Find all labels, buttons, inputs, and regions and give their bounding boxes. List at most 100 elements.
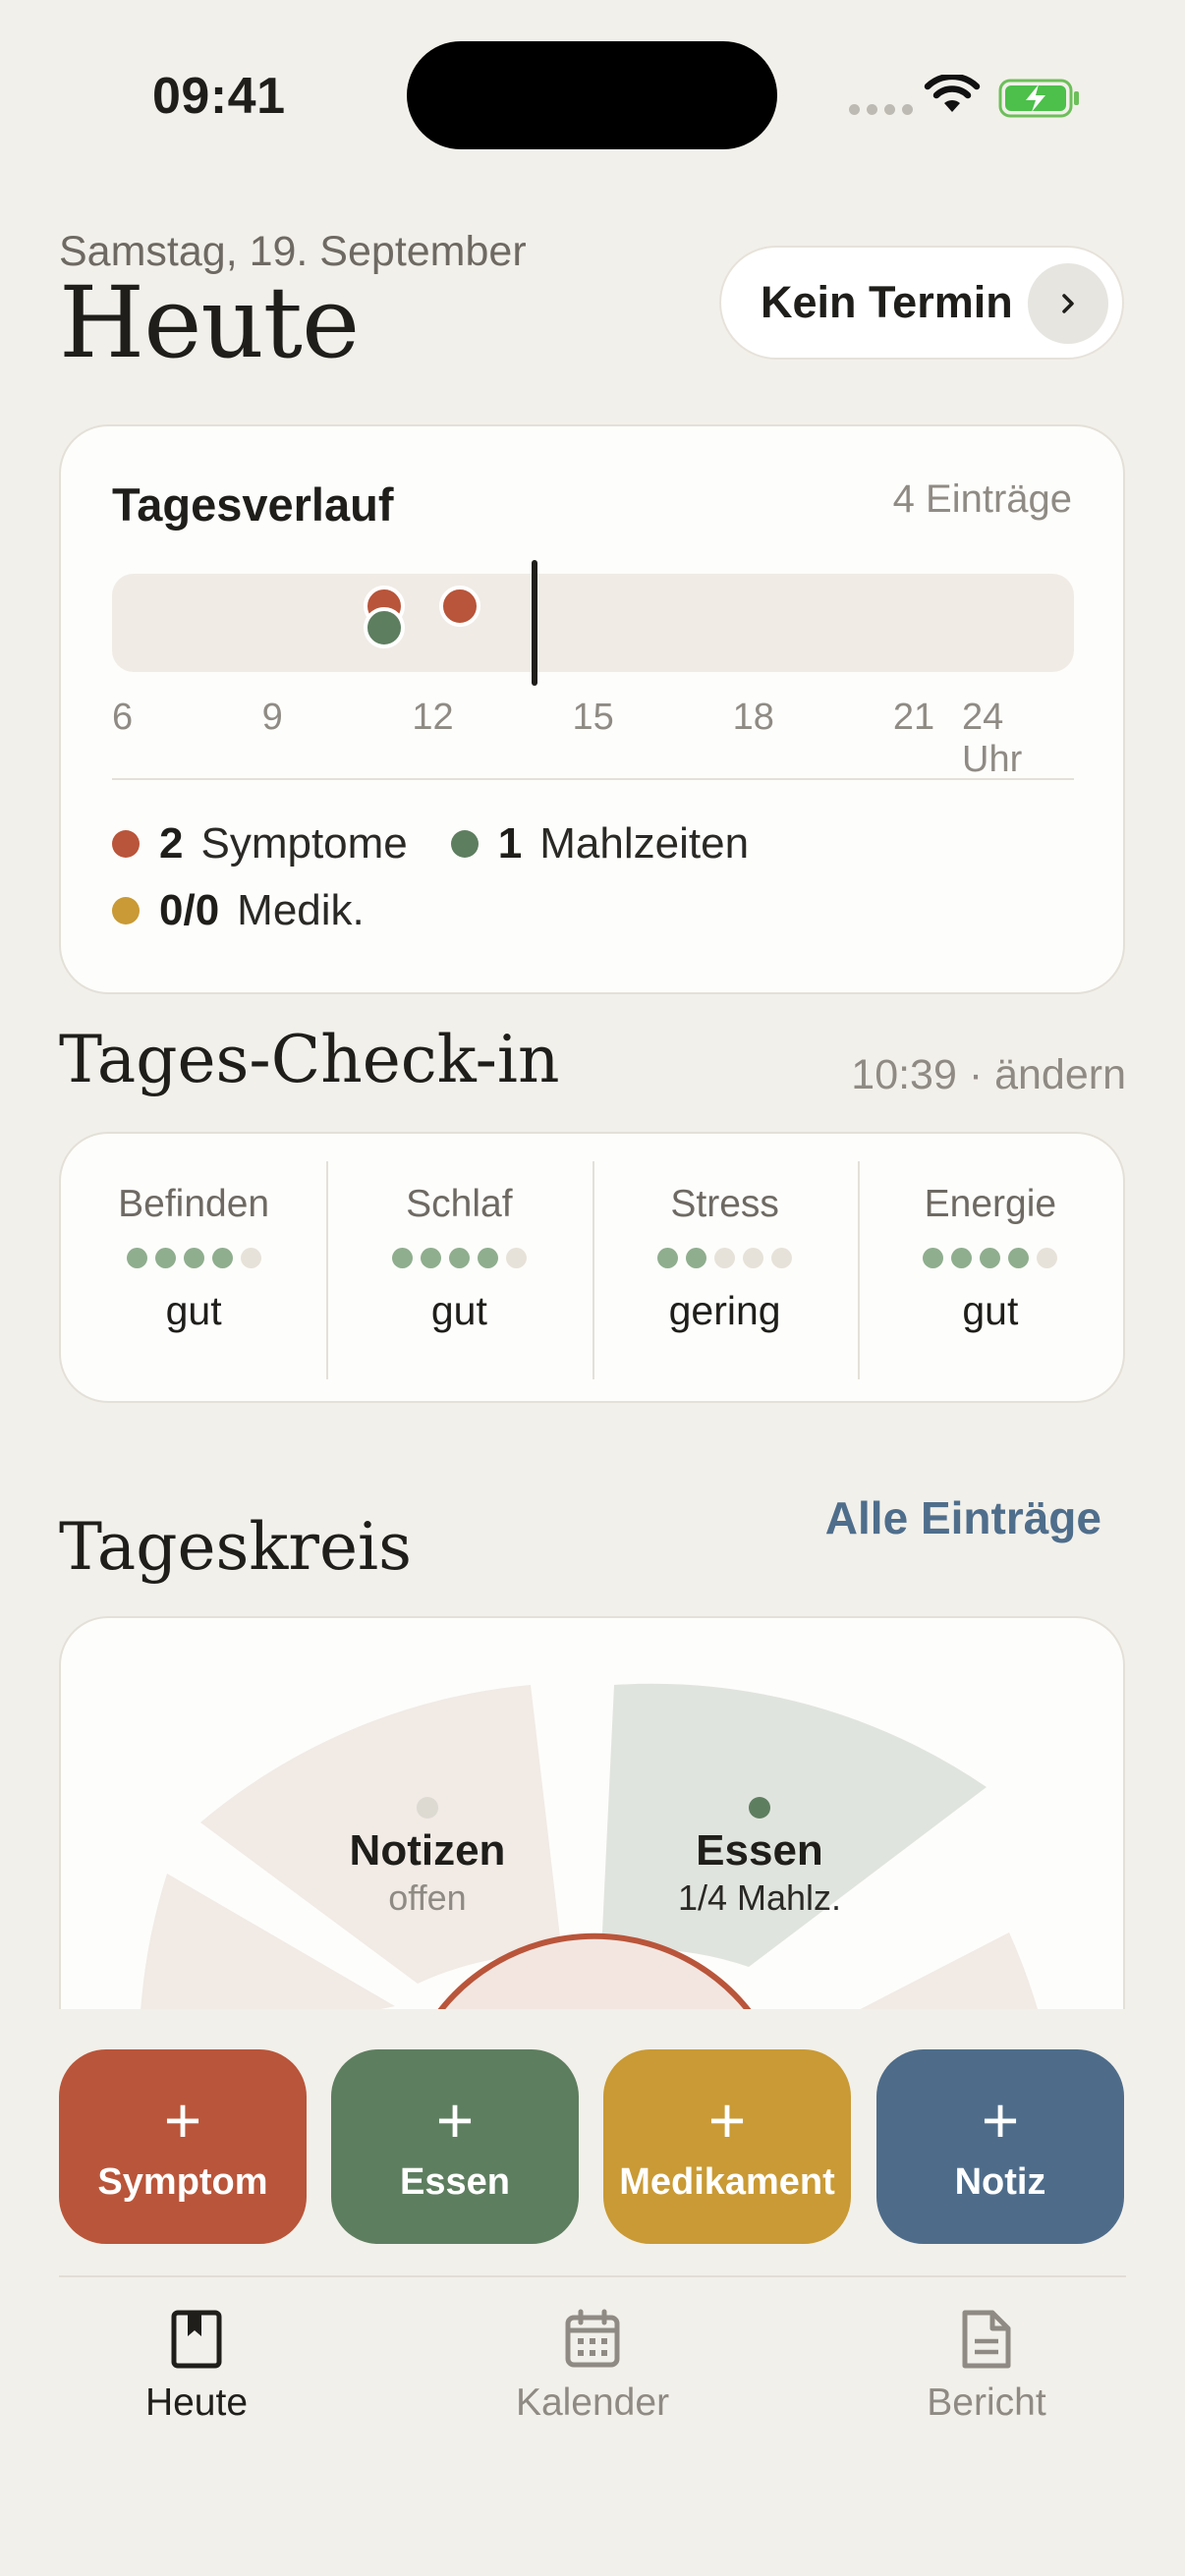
legend-row: 2 Symptome 1 Mahlzeiten [112, 819, 1074, 868]
rating-dot [126, 1248, 147, 1268]
axis-tick-label: 12 [412, 697, 454, 738]
legend-meal-count: 1 [497, 819, 523, 868]
segment-subtitle: offen [388, 1877, 467, 1918]
day-circle-chart [141, 1683, 1038, 2009]
rating-dot [183, 1248, 204, 1268]
add-meal-button[interactable]: + Essen [331, 2049, 579, 2244]
appointment-label: Kein Termin [761, 277, 1013, 327]
rating-dot [714, 1248, 736, 1268]
legend-meal-label: Mahlzeiten [539, 819, 750, 868]
status-time: 09:41 [152, 68, 286, 125]
cellular-signal-icon [849, 104, 913, 115]
axis-tick-label: 21 [892, 697, 935, 738]
plus-icon: + [981, 2083, 1020, 2156]
rating-dot [211, 1248, 233, 1268]
segment-subtitle: 1/4 Mahlz. [677, 1877, 842, 1918]
rating-dot [505, 1248, 527, 1268]
rating-dot [951, 1248, 973, 1268]
add-medication-button[interactable]: + Medikament [603, 2049, 851, 2244]
rating-dot [420, 1248, 441, 1268]
checkin-value: gering [668, 1288, 781, 1333]
action-label: Medikament [619, 2160, 835, 2203]
timeline-entry-count: 4 Einträge [892, 477, 1072, 521]
battery-charging-icon [998, 79, 1079, 118]
wifi-icon [924, 75, 981, 112]
timeline-legend: 2 Symptome 1 Mahlzeiten 0/0 Medik. [112, 819, 1074, 935]
axis-tick-label: 24 Uhr [962, 697, 1023, 780]
action-label: Notiz [954, 2160, 1046, 2203]
checkin-item: Stress gering [592, 1134, 858, 1401]
tab-kalender[interactable]: Kalender [445, 2309, 740, 2425]
checkin-heading: Tages-Check-in [59, 1022, 560, 1097]
food-dot-icon [749, 1797, 770, 1819]
rating-dot [980, 1248, 1001, 1268]
page-title: Heute [59, 265, 360, 380]
rating-dot [923, 1248, 944, 1268]
checkin-item: Schlaf gut [326, 1134, 592, 1401]
legend-row: 0/0 Medik. [112, 886, 1074, 935]
segment-label-food[interactable]: Essen 1/4 Mahlz. [629, 1826, 890, 1919]
checkin-value: gut [962, 1288, 1019, 1333]
rating-dots [391, 1248, 527, 1268]
add-symptom-button[interactable]: + Symptom [59, 2049, 307, 2244]
symptom-dot-icon [112, 830, 140, 858]
document-icon [962, 2310, 1011, 2369]
tab-heute[interactable]: Heute [49, 2309, 344, 2425]
legend-symptom-label: Symptome [200, 819, 408, 868]
axis-tick-label: 15 [572, 697, 614, 738]
segment-right [860, 1932, 1038, 2009]
book-icon [171, 2310, 222, 2369]
checkin-label: Energie [924, 1183, 1057, 1225]
calendar-icon [565, 2309, 620, 2368]
rating-dot [1037, 1248, 1058, 1268]
timeline-track[interactable] [112, 560, 1074, 686]
action-label: Essen [400, 2160, 510, 2203]
checkin-card[interactable]: Befinden gut Schlaf gut Stress gering En… [59, 1132, 1125, 1403]
checkin-label: Schlaf [406, 1183, 513, 1225]
rating-dot [240, 1248, 261, 1268]
checkin-value: gut [165, 1288, 222, 1333]
axis-tick-label: 18 [732, 697, 774, 738]
legend-medication-label: Medik. [237, 886, 365, 934]
tab-bericht[interactable]: Bericht [839, 2309, 1134, 2425]
rating-dot [771, 1248, 793, 1268]
medication-dot-icon [112, 897, 140, 924]
timeline-axis: 6 9 12 15 18 21 24 Uhr [112, 697, 1074, 780]
timeline-card[interactable]: Tagesverlauf 4 Einträge 6 9 12 15 18 21 24 Uhr… [59, 424, 1125, 994]
action-label: Symptom [97, 2160, 268, 2203]
add-note-button[interactable]: + Notiz [876, 2049, 1124, 2244]
rating-dot [743, 1248, 764, 1268]
segment-food [601, 1683, 987, 1967]
symptom-event-marker[interactable] [438, 586, 480, 627]
checkin-item: Befinden gut [61, 1134, 326, 1401]
all-entries-link[interactable]: Alle Einträge [825, 1491, 1101, 1544]
appointment-button[interactable]: Kein Termin [719, 246, 1124, 360]
day-circle-card: Notizen offen Essen 1/4 Mahlz. [59, 1616, 1125, 2009]
checkin-time-edit-link[interactable]: 10:39 · ändern [851, 1051, 1126, 1099]
rating-dots [126, 1248, 261, 1268]
meal-event-marker[interactable] [364, 607, 406, 648]
rating-dot [657, 1248, 679, 1268]
circle-heading: Tageskreis [59, 1509, 413, 1585]
axis-tick-label: 6 [112, 697, 134, 738]
checkin-value: gut [430, 1288, 487, 1333]
current-time-marker [531, 560, 537, 686]
axis-tick-label: 9 [261, 697, 283, 738]
segment-label-notes[interactable]: Notizen offen [297, 1826, 558, 1919]
rating-dot [448, 1248, 470, 1268]
rating-dot [477, 1248, 498, 1268]
tab-bar-divider [59, 2275, 1126, 2277]
chevron-right-icon [1028, 263, 1108, 344]
rating-dots [923, 1248, 1058, 1268]
checkin-label: Stress [670, 1183, 779, 1225]
plus-icon: + [163, 2083, 202, 2156]
legend-symptom-count: 2 [159, 819, 184, 868]
tab-label: Heute [144, 2381, 249, 2424]
rating-dot [1008, 1248, 1030, 1268]
rating-dot [154, 1248, 176, 1268]
segment-title: Notizen [349, 1826, 506, 1875]
timeline-title: Tagesverlauf [112, 478, 394, 531]
notes-dot-icon [417, 1797, 438, 1819]
rating-dots [657, 1248, 793, 1268]
tab-label: Bericht [927, 2381, 1046, 2424]
